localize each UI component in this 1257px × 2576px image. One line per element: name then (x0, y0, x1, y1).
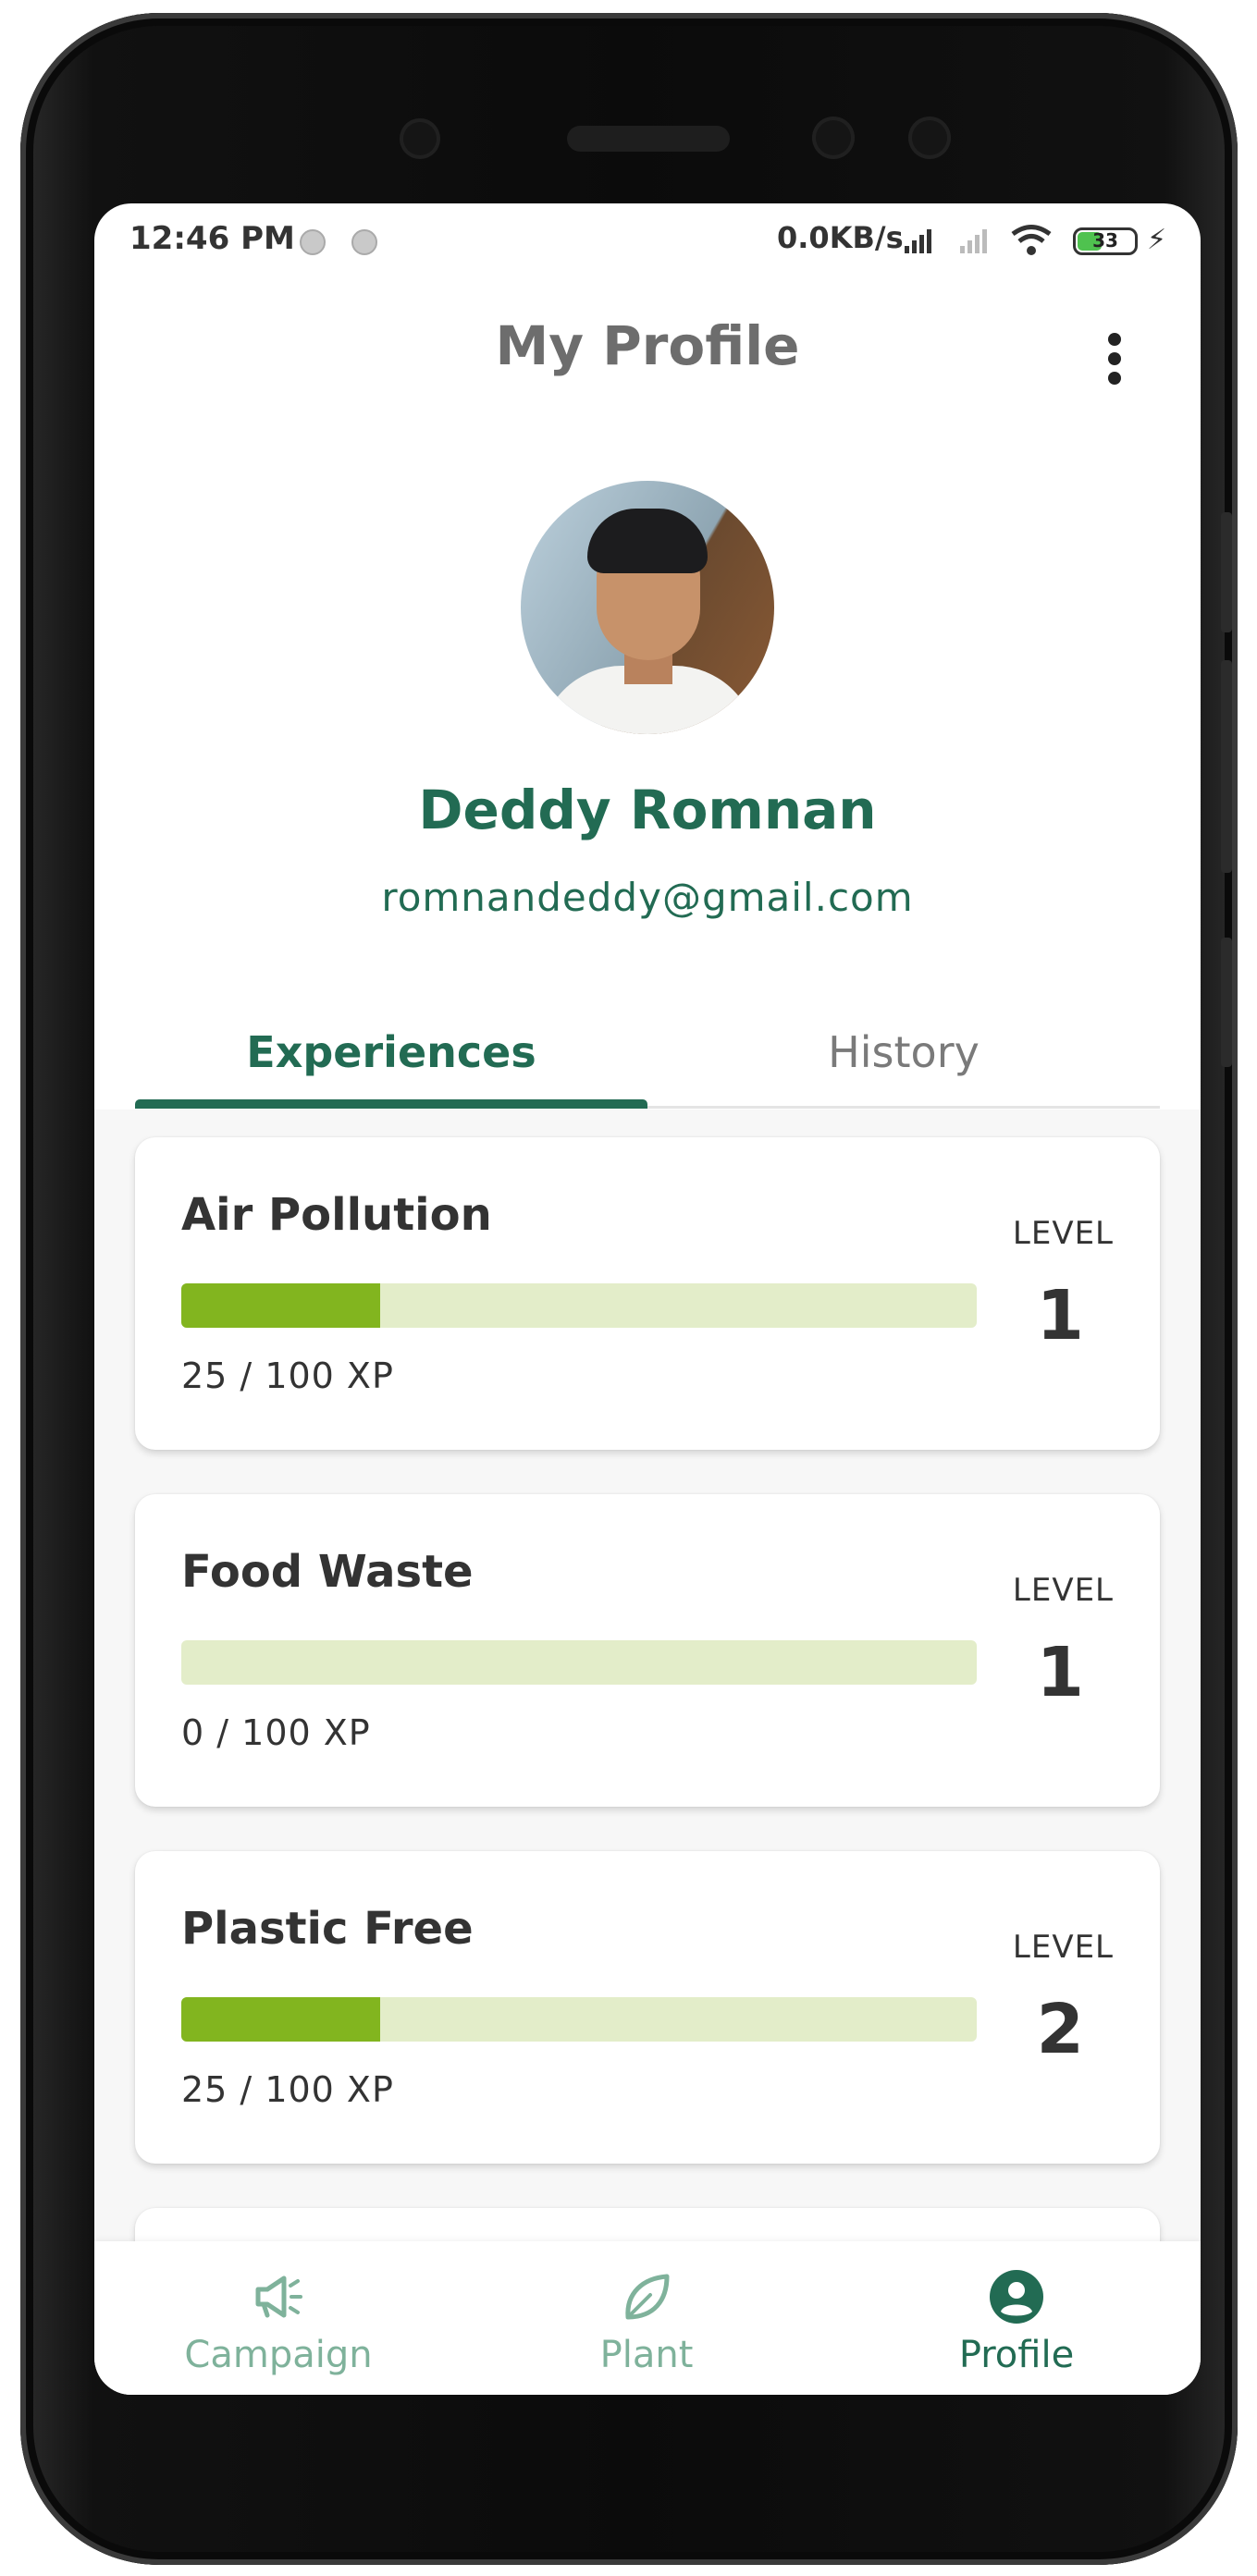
page-title: My Profile (495, 314, 800, 377)
level-value: 1 (1036, 1276, 1085, 1355)
bottom-navigation: Campaign Plant Profile (94, 2241, 1201, 2395)
charging-icon: ⚡ (1147, 224, 1167, 256)
status-bar: 12:46 PM 0.0KB/s 33 ⚡ (94, 203, 1201, 277)
xp-progress-bar (181, 1283, 977, 1328)
more-options-icon[interactable] (1108, 333, 1121, 385)
notification-dot-icon (300, 229, 326, 255)
xp-progress-bar (181, 1997, 977, 2042)
sensor (908, 117, 951, 159)
experience-card[interactable]: Air Pollution 25 / 100 XP LEVEL 1 (135, 1137, 1160, 1450)
leaf-icon (625, 2274, 670, 2320)
experience-card[interactable]: Plastic Free 25 / 100 XP LEVEL 2 (135, 1851, 1160, 2164)
xp-progress-fill (181, 1997, 380, 2042)
experience-card-partial[interactable] (135, 2208, 1160, 2242)
level-value: 2 (1036, 1990, 1085, 2069)
power-button (1221, 938, 1232, 1067)
nav-campaign[interactable]: Campaign (94, 2241, 462, 2395)
notification-dot-icon (351, 229, 377, 255)
tab-history[interactable]: History (647, 999, 1160, 1106)
volume-down-button (1221, 660, 1232, 873)
network-speed: 0.0KB/s (777, 220, 904, 255)
experience-title: Air Pollution (181, 1189, 492, 1241)
xp-text: 0 / 100 XP (181, 1712, 371, 1753)
tab-experiences[interactable]: Experiences (135, 999, 647, 1109)
sensor (812, 117, 855, 159)
nav-label: Plant (599, 2334, 694, 2376)
experience-title: Food Waste (181, 1546, 474, 1598)
nav-label: Profile (958, 2334, 1075, 2376)
nav-label: Campaign (184, 2334, 373, 2376)
signal-icon (960, 227, 987, 253)
xp-text: 25 / 100 XP (181, 2069, 394, 2110)
profile-email: romnandeddy@gmail.com (381, 875, 914, 920)
battery-level: 33 (1092, 229, 1118, 251)
level-label: LEVEL (1012, 1572, 1114, 1609)
account-circle-icon (990, 2270, 1043, 2324)
experience-list[interactable]: Air Pollution 25 / 100 XP LEVEL 1 Food W… (94, 1110, 1201, 2242)
screen: 12:46 PM 0.0KB/s 33 ⚡ My Profile Deddy R… (94, 203, 1201, 2395)
wifi-icon (1011, 225, 1052, 255)
profile-name: Deddy Romnan (418, 779, 877, 841)
battery-icon: 33 (1073, 227, 1138, 255)
xp-progress-bar (181, 1640, 977, 1685)
front-camera (400, 118, 440, 159)
avatar[interactable] (521, 481, 774, 734)
xp-progress-fill (181, 1283, 380, 1328)
phone-frame: 12:46 PM 0.0KB/s 33 ⚡ My Profile Deddy R… (20, 13, 1238, 2565)
status-time: 12:46 PM (129, 220, 295, 257)
experience-card[interactable]: Food Waste 0 / 100 XP LEVEL 1 (135, 1494, 1160, 1807)
xp-text: 25 / 100 XP (181, 1355, 394, 1396)
megaphone-icon (255, 2275, 302, 2318)
level-label: LEVEL (1012, 1929, 1114, 1966)
level-value: 1 (1036, 1633, 1085, 1712)
level-label: LEVEL (1012, 1215, 1114, 1252)
profile-tabs: Experiences History (135, 999, 1160, 1109)
volume-up-button (1221, 512, 1232, 632)
earpiece-speaker (567, 126, 730, 152)
signal-icon (905, 227, 931, 253)
nav-plant[interactable]: Plant (462, 2241, 831, 2395)
experience-title: Plastic Free (181, 1903, 474, 1955)
nav-profile[interactable]: Profile (832, 2241, 1201, 2395)
